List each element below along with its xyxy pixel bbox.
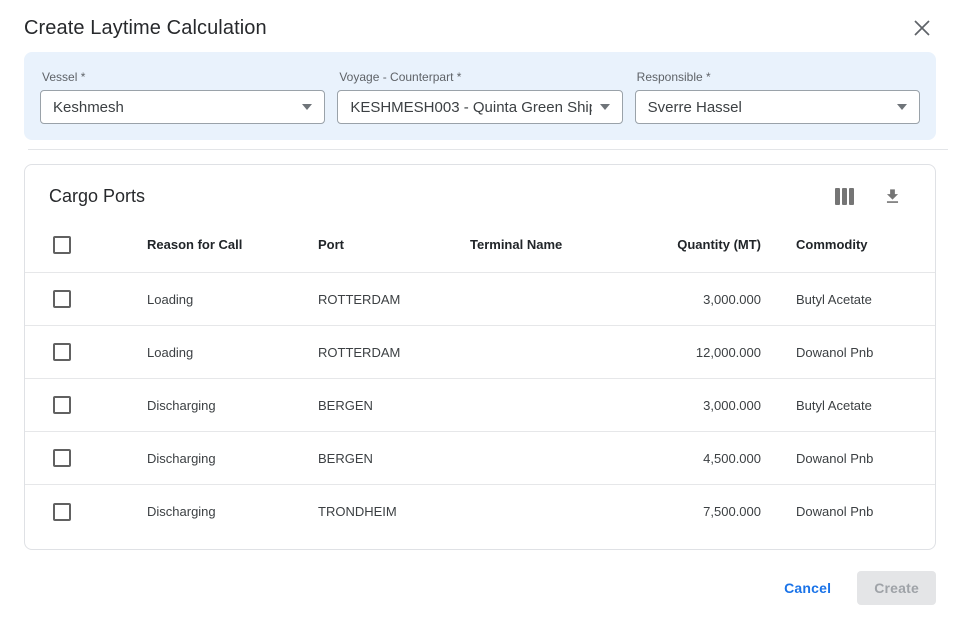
table-row[interactable]: Loading ROTTERDAM 3,000.000 Butyl Acetat… [25,273,935,326]
cell-commodity: Dowanol Pnb [765,504,935,519]
col-header-port: Port [318,237,470,252]
cargo-ports-actions [833,185,911,207]
responsible-select[interactable]: Sverre Hassel [635,90,920,124]
table-row[interactable]: Discharging TRONDHEIM 7,500.000 Dowanol … [25,485,935,538]
chevron-down-icon [897,104,907,110]
table-row[interactable]: Discharging BERGEN 3,000.000 Butyl Aceta… [25,379,935,432]
cell-commodity: Butyl Acetate [765,398,935,413]
responsible-select-value: Sverre Hassel [648,99,889,116]
row-checkbox[interactable] [53,290,71,308]
cargo-ports-card: Cargo Ports [24,164,936,550]
cell-reason: Loading [147,292,318,307]
cell-reason: Discharging [147,398,318,413]
cell-reason: Loading [147,345,318,360]
row-checkbox[interactable] [53,503,71,521]
dialog-footer: Cancel Create [0,556,960,626]
cargo-ports-title: Cargo Ports [49,186,145,207]
cell-commodity: Dowanol Pnb [765,345,935,360]
download-button[interactable] [881,185,903,207]
cell-quantity: 3,000.000 [625,398,765,413]
row-checkbox[interactable] [53,396,71,414]
cell-port: ROTTERDAM [318,292,470,307]
cell-reason: Discharging [147,451,318,466]
close-button[interactable] [910,16,934,40]
cell-quantity: 7,500.000 [625,504,765,519]
table-row[interactable]: Discharging BERGEN 4,500.000 Dowanol Pnb [25,432,935,485]
vessel-field: Vessel * Keshmesh [40,68,325,124]
cancel-button[interactable]: Cancel [784,580,831,596]
cell-commodity: Butyl Acetate [765,292,935,307]
vessel-select[interactable]: Keshmesh [40,90,325,124]
section-divider [28,149,948,150]
vessel-label: Vessel * [42,70,325,84]
col-header-reason-for-call: Reason for Call [147,237,318,252]
dialog-title: Create Laytime Calculation [24,17,267,40]
download-icon [883,187,902,206]
cell-reason: Discharging [147,504,318,519]
close-icon [913,19,931,37]
responsible-field: Responsible * Sverre Hassel [635,68,920,124]
cell-commodity: Dowanol Pnb [765,451,935,466]
col-header-quantity-mt: Quantity (MT) [625,237,765,252]
columns-icon [835,188,854,205]
voyage-counterpart-select-value: KESHMESH003 - Quinta Green Shippi... [350,99,591,116]
cell-quantity: 4,500.000 [625,451,765,466]
voyage-counterpart-field: Voyage - Counterpart * KESHMESH003 - Qui… [337,68,622,124]
cell-quantity: 12,000.000 [625,345,765,360]
create-button[interactable]: Create [857,571,936,605]
voyage-counterpart-label: Voyage - Counterpart * [339,70,622,84]
cell-quantity: 3,000.000 [625,292,765,307]
table-row[interactable]: Loading ROTTERDAM 12,000.000 Dowanol Pnb [25,326,935,379]
row-checkbox[interactable] [53,343,71,361]
col-header-commodity: Commodity [765,237,935,252]
select-all-checkbox[interactable] [53,236,71,254]
cell-port: TRONDHEIM [318,504,470,519]
col-header-terminal-name: Terminal Name [470,237,625,252]
dialog-header: Create Laytime Calculation [0,0,960,50]
columns-button[interactable] [833,185,855,207]
voyage-counterpart-select[interactable]: KESHMESH003 - Quinta Green Shippi... [337,90,622,124]
cargo-ports-header: Cargo Ports [25,165,935,217]
row-checkbox[interactable] [53,449,71,467]
chevron-down-icon [600,104,610,110]
responsible-label: Responsible * [637,70,920,84]
cargo-ports-table: Reason for Call Port Terminal Name Quant… [25,217,935,538]
cell-port: BERGEN [318,398,470,413]
cell-port: BERGEN [318,451,470,466]
vessel-select-value: Keshmesh [53,99,294,116]
table-header-row: Reason for Call Port Terminal Name Quant… [25,217,935,273]
chevron-down-icon [302,104,312,110]
cell-port: ROTTERDAM [318,345,470,360]
voyage-form-panel: Vessel * Keshmesh Voyage - Counterpart *… [24,52,936,140]
